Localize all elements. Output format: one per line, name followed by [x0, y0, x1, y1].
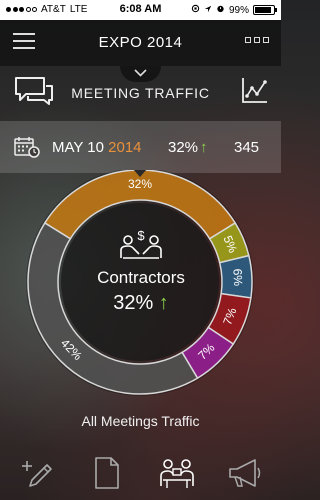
lock-rotation-icon [191, 4, 200, 16]
line-graph-icon[interactable] [241, 76, 269, 104]
more-options-button[interactable] [245, 37, 269, 43]
status-right: 99% [191, 4, 277, 16]
center-category-name: Contractors [97, 268, 185, 287]
donut-slice-label: 6% [230, 268, 245, 286]
center-percent-value: 32% [113, 292, 154, 314]
date-stats-row[interactable]: MAY 10 2014 32% ↑ 345 [0, 121, 281, 173]
year-text: 2014 [108, 139, 142, 156]
nav-document[interactable] [82, 452, 132, 494]
battery-icon [253, 5, 277, 15]
alarm-icon [216, 4, 225, 16]
section-title: MEETING TRAFFIC [71, 85, 210, 101]
nav-edit[interactable] [12, 452, 62, 494]
svg-text:$: $ [137, 228, 145, 243]
donut-slice-label: 32% [128, 177, 152, 191]
trend-up-icon: ↑ [158, 292, 169, 314]
location-icon [204, 5, 212, 16]
date-text: MAY 10 [52, 139, 104, 156]
bottom-nav [0, 444, 281, 500]
battery-percent: 99% [228, 4, 249, 16]
section-header: MEETING TRAFFIC [0, 66, 281, 118]
document-icon [95, 457, 119, 489]
percent-value: 32% [168, 139, 199, 156]
nav-announcements[interactable] [220, 452, 270, 494]
status-bar: AT&T LTE 6:08 AM 99% [0, 0, 281, 20]
date-label: MAY 10 2014 [52, 139, 142, 156]
center-percent: 32% ↑ [80, 292, 202, 315]
calendar-clock-icon [14, 137, 40, 158]
page-title: EXPO 2014 [98, 34, 183, 51]
megaphone-icon [229, 459, 261, 487]
trend-up-icon: ↑ [200, 139, 208, 156]
meeting-count: 345 [234, 139, 260, 156]
chart-center: $ Contractors 32% ↑ [80, 228, 202, 315]
chart-caption: All Meetings Traffic [81, 413, 200, 429]
nav-meetings[interactable] [152, 452, 202, 494]
edit-icon [22, 461, 52, 487]
meeting-people-icon [160, 459, 194, 488]
app-header: EXPO 2014 [0, 20, 281, 82]
meeting-people-icon: $ [120, 228, 162, 259]
traffic-percent: 32% ↑ [168, 139, 208, 156]
